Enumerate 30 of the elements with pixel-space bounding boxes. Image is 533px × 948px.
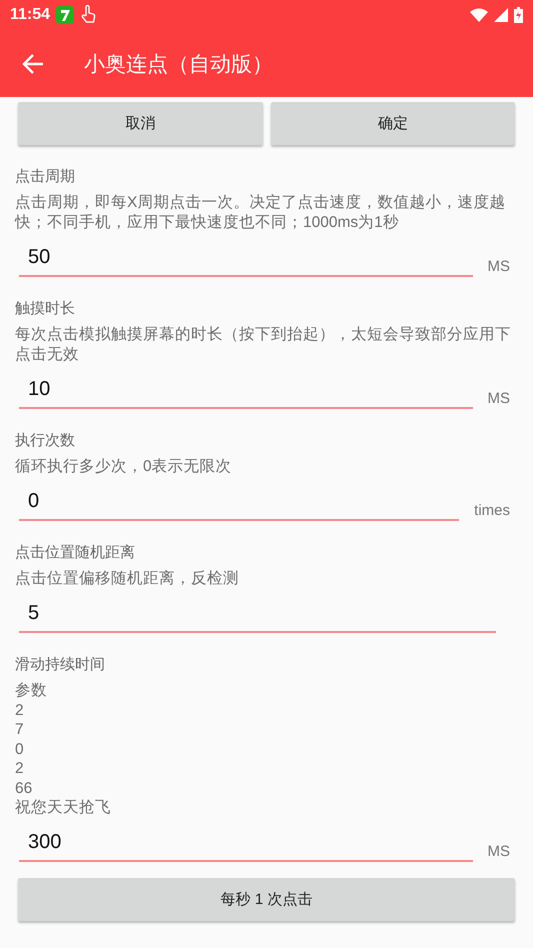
input-field[interactable]: 10 <box>19 378 472 409</box>
input-field[interactable]: 5 <box>19 602 496 633</box>
unit-label: times <box>474 502 510 519</box>
input-field[interactable]: 50 <box>19 246 472 277</box>
setting-description: 点击位置偏移随机距离，反检测 <box>15 569 240 589</box>
unit-label: MS <box>488 258 510 275</box>
app-title: 小奥连点（自动版） <box>84 52 273 78</box>
clicks-per-second-button[interactable]: 每秒 1 次点击 <box>18 878 515 920</box>
clock: 11:54 <box>10 6 50 24</box>
input-field[interactable]: 0 <box>19 490 460 521</box>
hand-pointer-icon <box>80 5 96 25</box>
setting-title: 执行次数 <box>15 431 76 450</box>
setting-description: 循环执行多少次，0表示无限次 <box>15 457 233 477</box>
setting-title: 点击位置随机距离 <box>15 543 136 562</box>
wifi-icon <box>470 8 488 22</box>
back-arrow-icon[interactable] <box>22 52 44 74</box>
setting-description: 参数 2 7 0 2 66 祝您天天抢飞 <box>15 681 112 818</box>
unit-label: MS <box>488 390 510 407</box>
signal-icon <box>494 8 508 22</box>
unit-label: MS <box>488 842 510 860</box>
setting-description: 每次点击模拟触摸屏幕的时长（按下到抬起），太短会导致部分应用下点击无效 <box>15 325 512 365</box>
input-field[interactable]: 300 <box>19 830 472 862</box>
setting-description: 点击周期，即每X周期点击一次。决定了点击速度，数值越小，速度越快；不同手机，应用下最快速度也不同；1000ms为1秒 <box>15 193 506 233</box>
setting-title: 触摸时长 <box>15 299 76 318</box>
dialog-button[interactable]: 确定 <box>270 102 515 145</box>
setting-title: 点击周期 <box>15 167 76 186</box>
battery-charging-icon <box>514 7 523 23</box>
dialog-button[interactable]: 取消 <box>18 102 262 145</box>
app-notification-icon <box>56 6 74 24</box>
setting-title: 滑动持续时间 <box>15 655 106 674</box>
